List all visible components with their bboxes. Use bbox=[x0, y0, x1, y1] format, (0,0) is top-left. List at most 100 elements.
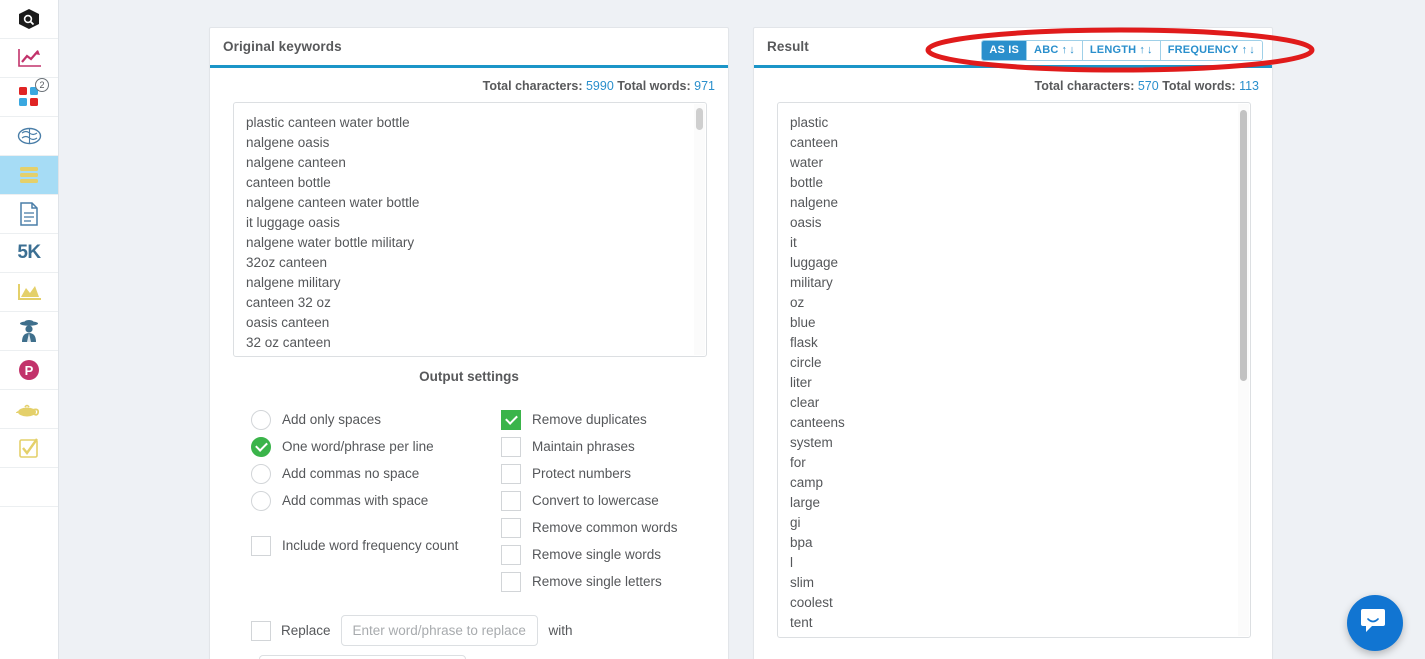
chat-bubble-icon bbox=[1360, 607, 1390, 640]
keyword-line: 32 oz canteen bbox=[246, 333, 706, 353]
sort-button-abc[interactable]: ABC ↑ ↓ bbox=[1027, 41, 1083, 60]
result-word: luggage bbox=[790, 253, 1250, 273]
sort-length-arrows: ↑ ↓ bbox=[1139, 44, 1152, 57]
checkbox-remove-single-words[interactable]: Remove single words bbox=[501, 541, 721, 568]
arrow-down-icon[interactable]: ↓ bbox=[1147, 44, 1153, 57]
arrow-up-icon[interactable]: ↑ bbox=[1061, 44, 1067, 57]
radio-add-commas-no-space-control[interactable] bbox=[251, 464, 271, 484]
radio-one-word-per-line-control[interactable] bbox=[251, 437, 271, 457]
result-word: system bbox=[790, 433, 1250, 453]
five-k-icon: 5K bbox=[17, 242, 40, 264]
replace-input[interactable] bbox=[341, 615, 538, 646]
left-scrollbar[interactable] bbox=[694, 104, 705, 355]
radio-add-commas-with-space-control[interactable] bbox=[251, 491, 271, 511]
checkbox-include-word-frequency-count[interactable]: Include word frequency count bbox=[251, 532, 501, 559]
original-keywords-panel: Original keywords Total characters: 5990… bbox=[209, 27, 729, 659]
sidebar-item-keyword-mixer[interactable] bbox=[0, 156, 58, 195]
checkbox-maintain-phrases[interactable]: Maintain phrases bbox=[501, 433, 721, 460]
result-word: plastic bbox=[790, 113, 1250, 133]
checkbox-remove-common-words-control[interactable] bbox=[501, 518, 521, 538]
sort-button-as-is-label: AS IS bbox=[989, 44, 1019, 57]
checkbox-convert-to-lowercase-control[interactable] bbox=[501, 491, 521, 511]
right-scrollbar-thumb[interactable] bbox=[1240, 110, 1247, 381]
result-word: bottle bbox=[790, 173, 1250, 193]
result-word: water bbox=[790, 153, 1250, 173]
left-words-label: Total words: bbox=[617, 79, 690, 93]
result-word: l bbox=[790, 553, 1250, 573]
radio-add-only-spaces-control[interactable] bbox=[251, 410, 271, 430]
checkbox-include-word-frequency-count-label: Include word frequency count bbox=[282, 538, 458, 553]
page-title-original-keywords: Original keywords bbox=[223, 39, 342, 54]
result-stats: Total characters: 570 Total words: 113 bbox=[754, 68, 1272, 93]
sidebar-item-spy-tool[interactable] bbox=[0, 312, 58, 351]
sidebar-item-keyword-explorer[interactable] bbox=[0, 0, 58, 39]
sidebar-item-content-editor[interactable] bbox=[0, 195, 58, 234]
arrow-up-icon[interactable]: ↑ bbox=[1242, 44, 1248, 57]
checkbox-remove-single-letters[interactable]: Remove single letters bbox=[501, 568, 721, 595]
sidebar-item-extra[interactable] bbox=[0, 468, 58, 507]
trend-chart-icon bbox=[17, 47, 42, 69]
checkbox-remove-duplicates[interactable]: Remove duplicates bbox=[501, 406, 721, 433]
radio-add-commas-no-space[interactable]: Add commas no space bbox=[251, 460, 501, 487]
radio-add-commas-no-space-label: Add commas no space bbox=[282, 466, 419, 481]
radio-add-only-spaces[interactable]: Add only spaces bbox=[251, 406, 501, 433]
checkbox-protect-numbers[interactable]: Protect numbers bbox=[501, 460, 721, 487]
result-word: for bbox=[790, 453, 1250, 473]
keyword-line: it luggage oasis bbox=[246, 213, 706, 233]
sidebar-item-rank-tracker[interactable] bbox=[0, 39, 58, 78]
checkbox-remove-duplicates-control[interactable] bbox=[501, 410, 521, 430]
sidebar-item-smart-tools[interactable] bbox=[0, 117, 58, 156]
checkbox-maintain-phrases-control[interactable] bbox=[501, 437, 521, 457]
arrow-down-icon[interactable]: ↓ bbox=[1249, 44, 1255, 57]
sidebar-item-5k[interactable]: 5K bbox=[0, 234, 58, 273]
result-word: bpa bbox=[790, 533, 1250, 553]
replace-with-input[interactable] bbox=[259, 655, 466, 659]
cube-search-icon bbox=[17, 7, 41, 31]
result-word: tent bbox=[790, 613, 1250, 633]
sidebar-item-analytics[interactable] bbox=[0, 273, 58, 312]
sidebar-item-tasks[interactable] bbox=[0, 429, 58, 468]
output-settings-right-column: Remove duplicates Maintain phrases Prote… bbox=[501, 406, 721, 595]
checkbox-include-word-frequency-count-control[interactable] bbox=[251, 536, 271, 556]
result-word: canteens bbox=[790, 413, 1250, 433]
sort-button-length-label: LENGTH bbox=[1090, 44, 1136, 57]
radio-add-commas-with-space[interactable]: Add commas with space bbox=[251, 487, 501, 514]
sort-button-length[interactable]: LENGTH ↑ ↓ bbox=[1083, 41, 1161, 60]
genie-lamp-icon bbox=[16, 400, 42, 418]
result-textarea[interactable]: plasticcanteenwaterbottlenalgeneoasisitl… bbox=[777, 102, 1251, 638]
keyword-line: plastic canteen water bottle bbox=[246, 113, 706, 133]
chat-launcher-button[interactable] bbox=[1347, 595, 1403, 651]
keyword-line: blue canteen bbox=[246, 353, 706, 356]
original-keywords-header: Original keywords bbox=[210, 28, 728, 68]
keyword-line: oasis canteen bbox=[246, 313, 706, 333]
replace-with-label: with bbox=[549, 623, 573, 638]
result-word: nalgene bbox=[790, 193, 1250, 213]
sort-button-frequency[interactable]: FREQUENCY ↑ ↓ bbox=[1161, 41, 1262, 60]
replace-with-row bbox=[210, 655, 728, 659]
sidebar-item-wizard[interactable] bbox=[0, 390, 58, 429]
checkbox-remove-single-letters-control[interactable] bbox=[501, 572, 521, 592]
result-word: canteen bbox=[790, 133, 1250, 153]
result-word: coolest bbox=[790, 593, 1250, 613]
checkbox-convert-to-lowercase[interactable]: Convert to lowercase bbox=[501, 487, 721, 514]
right-characters-value: 570 bbox=[1138, 79, 1159, 93]
checkbox-remove-duplicates-label: Remove duplicates bbox=[532, 412, 647, 427]
left-scrollbar-thumb[interactable] bbox=[696, 108, 703, 130]
right-scrollbar[interactable] bbox=[1238, 104, 1249, 636]
checkbox-protect-numbers-control[interactable] bbox=[501, 464, 521, 484]
result-word: it bbox=[790, 233, 1250, 253]
sort-button-as-is[interactable]: AS IS bbox=[982, 41, 1027, 60]
radio-one-word-per-line[interactable]: One word/phrase per line bbox=[251, 433, 501, 460]
checkbox-replace-control[interactable] bbox=[251, 621, 271, 641]
checkbox-remove-common-words[interactable]: Remove common words bbox=[501, 514, 721, 541]
checkbox-remove-single-words-control[interactable] bbox=[501, 545, 521, 565]
sidebar-item-pinterest-tool[interactable]: P bbox=[0, 351, 58, 390]
original-keywords-list: plastic canteen water bottlenalgene oasi… bbox=[234, 103, 706, 356]
arrow-up-icon[interactable]: ↑ bbox=[1139, 44, 1145, 57]
left-characters-label: Total characters: bbox=[483, 79, 583, 93]
result-word: clear bbox=[790, 393, 1250, 413]
arrow-down-icon[interactable]: ↓ bbox=[1069, 44, 1075, 57]
sidebar-item-integrations[interactable]: 2 bbox=[0, 78, 58, 117]
checkbox-protect-numbers-label: Protect numbers bbox=[532, 466, 631, 481]
original-keywords-textarea[interactable]: plastic canteen water bottlenalgene oasi… bbox=[233, 102, 707, 357]
